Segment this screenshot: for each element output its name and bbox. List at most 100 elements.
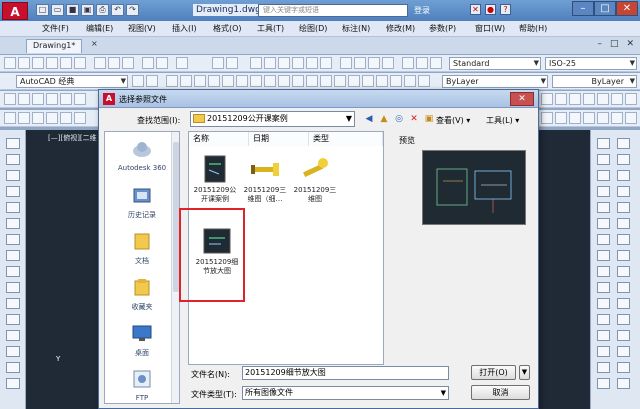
new-icon[interactable]: □: [36, 4, 49, 16]
snap-quadrant-icon[interactable]: [617, 202, 630, 213]
insert-block-icon[interactable]: [6, 298, 20, 309]
spline-icon[interactable]: [6, 266, 20, 277]
place-history[interactable]: 历史记录: [105, 180, 179, 230]
menu-view[interactable]: 视图(V): [128, 23, 156, 34]
stretch-icon[interactable]: [597, 266, 610, 277]
toolbar-button[interactable]: [368, 57, 380, 69]
toolbar-button[interactable]: [362, 75, 374, 87]
copy-icon[interactable]: [597, 154, 610, 165]
delete-icon[interactable]: ✕: [408, 113, 420, 125]
toolbar-button[interactable]: [348, 75, 360, 87]
up-folder-icon[interactable]: ▲: [378, 113, 390, 125]
erase-icon[interactable]: [597, 138, 610, 149]
menu-dimension[interactable]: 标注(N): [342, 23, 370, 34]
new-folder-icon[interactable]: ▣: [423, 113, 435, 125]
snap-settings-icon[interactable]: [617, 330, 630, 341]
polygon-icon[interactable]: [6, 186, 20, 197]
toolbar-button[interactable]: [46, 112, 58, 124]
drawing-minimize-icon[interactable]: –: [597, 39, 602, 49]
toolbar-button[interactable]: [4, 93, 16, 105]
toolbar-button[interactable]: [569, 93, 581, 105]
toolbar-button[interactable]: [340, 57, 352, 69]
menu-insert[interactable]: 插入(I): [172, 23, 197, 34]
login-label[interactable]: 登录: [414, 5, 430, 16]
hatch-icon[interactable]: [6, 346, 20, 357]
save-as-icon[interactable]: ▣: [81, 4, 94, 16]
chamfer-icon[interactable]: [597, 346, 610, 357]
toolbar-button[interactable]: [320, 57, 332, 69]
toolbar-button[interactable]: [74, 93, 86, 105]
save-icon[interactable]: ■: [66, 4, 79, 16]
menu-tools[interactable]: 工具(T): [257, 23, 284, 34]
print-icon[interactable]: ⎙: [96, 4, 109, 16]
toolbar-button[interactable]: [611, 93, 623, 105]
toolbar-button[interactable]: [180, 75, 192, 87]
toolbar-button[interactable]: [583, 112, 595, 124]
toolbar-button[interactable]: [292, 75, 304, 87]
extend-icon[interactable]: [597, 298, 610, 309]
toolbar-button[interactable]: [74, 112, 86, 124]
toolbar-button[interactable]: [292, 57, 304, 69]
view-menu[interactable]: 查看(V) ▾: [436, 115, 470, 126]
toolbar-button[interactable]: [60, 112, 72, 124]
toolbar-button[interactable]: [176, 57, 188, 69]
open-button[interactable]: 打开(O): [471, 365, 516, 380]
toolbar-button[interactable]: [597, 93, 609, 105]
move-icon[interactable]: [597, 218, 610, 229]
snap-apparent-icon[interactable]: [617, 362, 630, 373]
layer-select[interactable]: ByLayer ▼: [442, 75, 548, 88]
toolbar-button[interactable]: [146, 75, 158, 87]
toolbar-button[interactable]: [250, 57, 262, 69]
toolbar-button[interactable]: [278, 75, 290, 87]
help-search-input[interactable]: 键入关键字或短语: [258, 4, 408, 17]
toolbar-button[interactable]: [611, 112, 623, 124]
linetype-select[interactable]: ByLayer ▼: [552, 75, 637, 88]
file-name-field[interactable]: 20151209细节放大图: [242, 366, 449, 380]
explode-icon[interactable]: [597, 378, 610, 389]
toolbar-button[interactable]: [194, 75, 206, 87]
toolbar-button[interactable]: [222, 75, 234, 87]
toolbar-button[interactable]: [4, 57, 16, 69]
place-desktop[interactable]: 桌面: [105, 318, 179, 368]
toolbar-button[interactable]: [390, 75, 402, 87]
menu-file[interactable]: 文件(F): [42, 23, 69, 34]
toolbar-button[interactable]: [382, 57, 394, 69]
toolbar-button[interactable]: [264, 75, 276, 87]
toolbar-button[interactable]: [625, 112, 637, 124]
file-item[interactable]: 20151209三维图: [291, 154, 339, 204]
toolbar-button[interactable]: [32, 93, 44, 105]
tab-close-icon[interactable]: ×: [91, 39, 98, 48]
toolbar-button[interactable]: [402, 57, 414, 69]
menu-modify[interactable]: 修改(M): [386, 23, 415, 34]
user-icon[interactable]: ●: [485, 4, 496, 15]
offset-icon[interactable]: [597, 186, 610, 197]
snap-from-icon[interactable]: [617, 378, 630, 389]
snap-extension-icon[interactable]: [617, 346, 630, 357]
snap-parallel-icon[interactable]: [617, 250, 630, 261]
viewport-label[interactable]: [—][俯视][二维: [48, 133, 97, 143]
tools-menu[interactable]: 工具(L) ▾: [486, 115, 519, 126]
snap-intersection-icon[interactable]: [617, 170, 630, 181]
close-button[interactable]: ✕: [616, 1, 638, 16]
toolbar-button[interactable]: [555, 93, 567, 105]
autocad-logo-icon[interactable]: A: [2, 2, 28, 20]
toolbar-button[interactable]: [166, 75, 178, 87]
search-web-icon[interactable]: ◎: [393, 113, 405, 125]
polyline-icon[interactable]: [6, 170, 20, 181]
toolbar-button[interactable]: [226, 57, 238, 69]
open-icon[interactable]: ▭: [51, 4, 64, 16]
look-in-select[interactable]: 20151209公开课案例 ▼: [190, 111, 355, 127]
break-icon[interactable]: [597, 314, 610, 325]
toolbar-button[interactable]: [132, 75, 144, 87]
rectangle-icon[interactable]: [6, 202, 20, 213]
toolbar-button[interactable]: [46, 57, 58, 69]
column-type[interactable]: 类型: [309, 132, 383, 146]
toolbar-button[interactable]: [142, 57, 154, 69]
toolbar-button[interactable]: [541, 93, 553, 105]
toolbar-button[interactable]: [156, 57, 168, 69]
toolbar-button[interactable]: [108, 57, 120, 69]
dialog-title-bar[interactable]: A 选择参照文件 ✕: [99, 90, 538, 108]
toolbar-button[interactable]: [18, 93, 30, 105]
toolbar-button[interactable]: [583, 93, 595, 105]
dialog-close-button[interactable]: ✕: [510, 92, 534, 106]
